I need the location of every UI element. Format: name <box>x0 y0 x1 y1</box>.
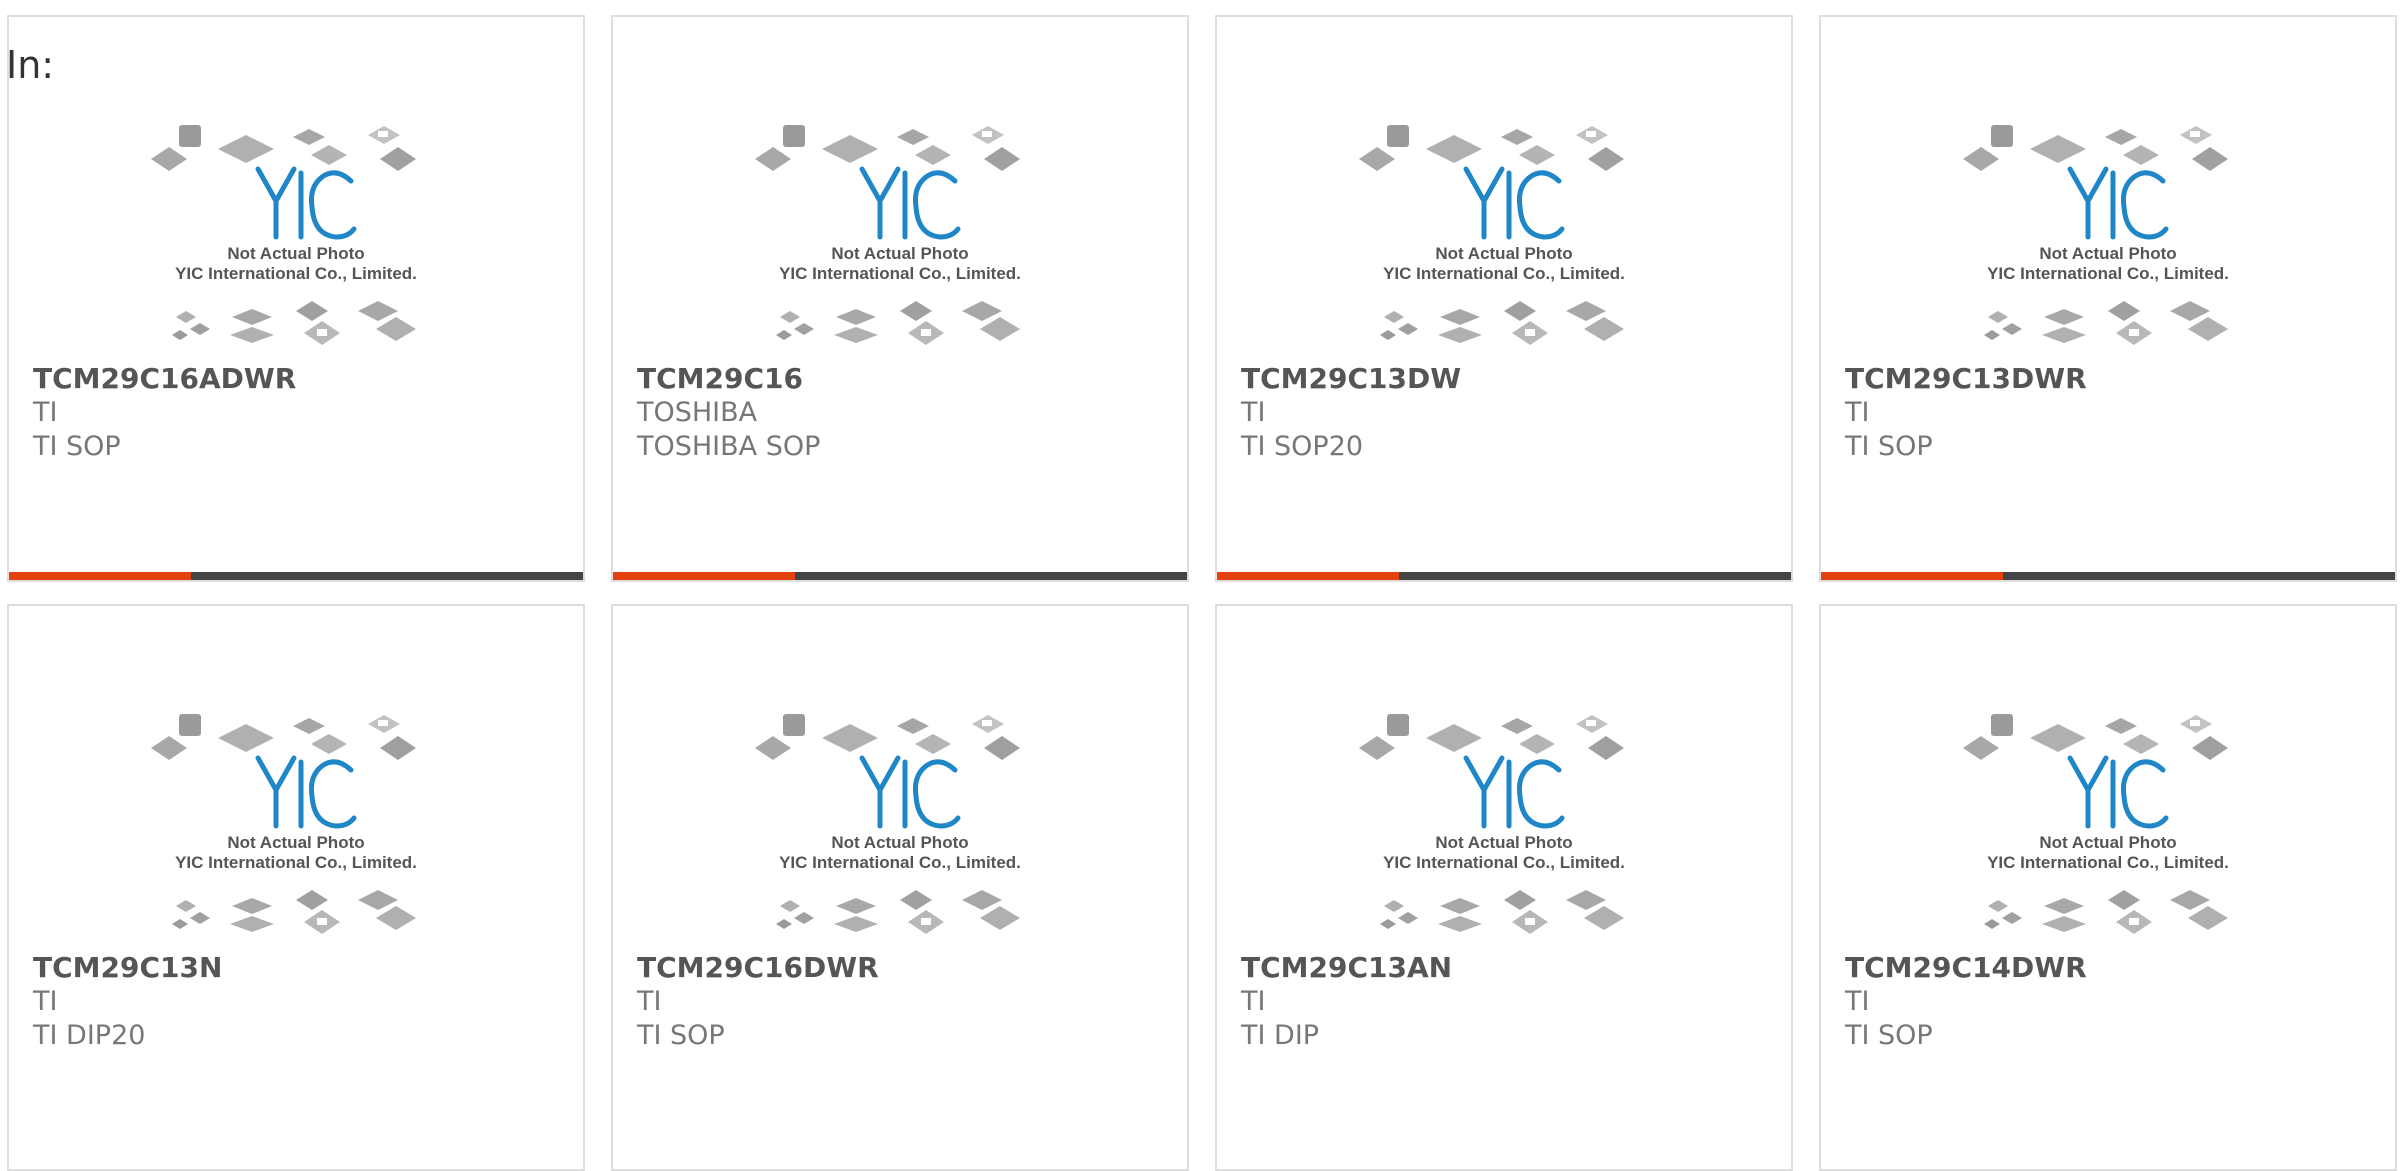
part-number[interactable]: TCM29C16 <box>637 362 1167 396</box>
product-image: Not Actual Photo YIC International Co., L… <box>1821 107 2395 357</box>
product-image: Not Actual Photo YIC International Co., L… <box>1217 107 1791 357</box>
manufacturer: TI <box>33 986 58 1017</box>
placeholder-company: YIC International Co., Limited. <box>1383 853 1625 872</box>
manufacturer: TI <box>1845 397 1870 428</box>
placeholder-caption: Not Actual Photo <box>1435 244 1572 263</box>
yic-logo-icon <box>859 755 961 829</box>
placeholder-company: YIC International Co., Limited. <box>1987 264 2229 283</box>
product-card[interactable]: Not Actual Photo YIC International Co., L… <box>1819 15 2397 582</box>
part-number[interactable]: TCM29C13N <box>33 951 563 985</box>
package: TOSHIBA SOP <box>637 431 821 462</box>
placeholder-caption: Not Actual Photo <box>227 244 364 263</box>
placeholder-company: YIC International Co., Limited. <box>779 264 1021 283</box>
placeholder-company: YIC International Co., Limited. <box>1383 264 1625 283</box>
placeholder-company: YIC International Co., Limited. <box>175 264 417 283</box>
chip-icons <box>1963 125 2228 345</box>
manufacturer: TI <box>1845 986 1870 1017</box>
yic-logo-icon <box>859 166 961 240</box>
yic-logo-icon <box>255 166 357 240</box>
product-card[interactable]: Not Actual Photo YIC International Co., L… <box>1819 604 2397 1171</box>
yic-logo-icon <box>1463 755 1565 829</box>
product-card[interactable]: Not Actual Photo YIC International Co., L… <box>611 604 1189 1171</box>
chip-icons <box>755 714 1020 934</box>
product-image: Not Actual Photo YIC International Co., L… <box>1217 696 1791 946</box>
yic-logo-icon <box>2067 166 2169 240</box>
card-bar <box>1821 572 2395 580</box>
product-image: Not Actual Photo YIC International Co., L… <box>613 107 1187 357</box>
filter-label: In: <box>6 43 55 87</box>
chip-icons <box>151 714 416 934</box>
placeholder-caption: Not Actual Photo <box>2039 833 2176 852</box>
card-bar <box>9 572 583 580</box>
card-bar <box>613 572 1187 580</box>
manufacturer: TI <box>1241 397 1266 428</box>
chip-icons <box>1963 714 2228 934</box>
package: TI SOP <box>1845 431 1933 462</box>
chip-icons <box>1359 125 1624 345</box>
manufacturer: TI <box>1241 986 1266 1017</box>
product-card[interactable]: Not Actual Photo YIC International Co., L… <box>611 15 1189 582</box>
placeholder-company: YIC International Co., Limited. <box>175 853 417 872</box>
placeholder-caption: Not Actual Photo <box>227 833 364 852</box>
product-card[interactable]: Not Actual Photo YIC International Co., L… <box>1215 604 1793 1171</box>
package: TI SOP <box>637 1020 725 1051</box>
part-number[interactable]: TCM29C16DWR <box>637 951 1167 985</box>
product-image: Not Actual Photo YIC International Co., L… <box>9 107 583 357</box>
placeholder-company: YIC International Co., Limited. <box>1987 853 2229 872</box>
package: TI SOP <box>33 431 121 462</box>
product-card[interactable]: Not Actual Photo YIC International Co., L… <box>1215 15 1793 582</box>
product-image: Not Actual Photo YIC International Co., L… <box>9 696 583 946</box>
chip-icons <box>1359 714 1624 934</box>
yic-logo-icon <box>1463 166 1565 240</box>
placeholder-caption: Not Actual Photo <box>831 833 968 852</box>
package: TI DIP <box>1241 1020 1320 1051</box>
package: TI SOP <box>1845 1020 1933 1051</box>
package: TI DIP20 <box>33 1020 146 1051</box>
manufacturer: TI <box>33 397 58 428</box>
product-card[interactable]: Not Actual Photo YIC International Co., L… <box>7 15 585 582</box>
part-number[interactable]: TCM29C13AN <box>1241 951 1771 985</box>
placeholder-caption: Not Actual Photo <box>2039 244 2176 263</box>
yic-logo-icon <box>255 755 357 829</box>
part-number[interactable]: TCM29C16ADWR <box>33 362 563 396</box>
manufacturer: TI <box>637 986 662 1017</box>
manufacturer: TOSHIBA <box>637 397 758 428</box>
placeholder-caption: Not Actual Photo <box>1435 833 1572 852</box>
placeholder-caption: Not Actual Photo <box>831 244 968 263</box>
chip-icons <box>151 125 416 345</box>
card-bar <box>1217 572 1791 580</box>
product-grid: Not Actual Photo YIC International Co., L… <box>0 0 2400 1171</box>
chip-icons <box>755 125 1020 345</box>
part-number[interactable]: TCM29C13DW <box>1241 362 1771 396</box>
package: TI SOP20 <box>1241 431 1364 462</box>
product-image: Not Actual Photo YIC International Co., L… <box>1821 696 2395 946</box>
part-number[interactable]: TCM29C13DWR <box>1845 362 2375 396</box>
placeholder-company: YIC International Co., Limited. <box>779 853 1021 872</box>
yic-logo-icon <box>2067 755 2169 829</box>
part-number[interactable]: TCM29C14DWR <box>1845 951 2375 985</box>
product-card[interactable]: Not Actual Photo YIC International Co., L… <box>7 604 585 1171</box>
product-image: Not Actual Photo YIC International Co., L… <box>613 696 1187 946</box>
